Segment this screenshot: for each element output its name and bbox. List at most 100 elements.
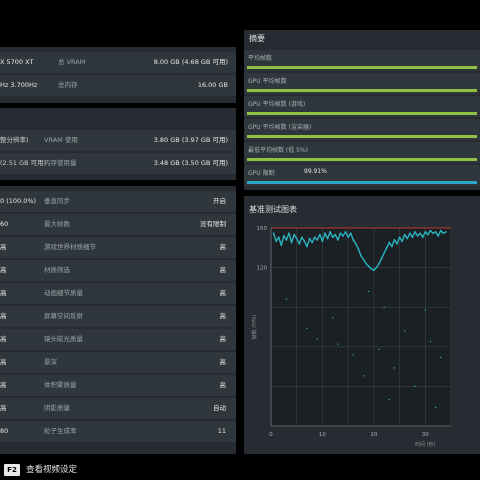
fps-sample-point [396,242,398,245]
fps-sample-point [378,262,380,265]
summary-row: 平均帧数 [244,50,480,71]
setting-left-value: 0 (100.0%) [0,197,37,205]
setting-label: 动画细节质量 [44,289,83,297]
summary-bar [247,181,477,184]
fps-outlier-point [404,330,406,332]
fps-sample-point [290,241,293,244]
setting-label: 粒子生成率 [44,427,77,435]
setting-row[interactable]: 高 材质筛选 高 [0,260,236,281]
summary-panel: 摘要 平均帧数 GPU 平均帧数 GPU 平均帧数 (游戏) GPU 平均帧数 (渲染… [244,30,480,190]
setting-row[interactable]: 高 屏幕空间反射 高 [0,306,236,327]
fps-sample-point [416,235,419,237]
fps-sample-point [398,236,401,239]
fps-sample-point [360,254,362,257]
summary-bar [247,158,477,161]
fps-sample-point [311,241,314,244]
setting-value: 高 [219,312,227,320]
setting-row[interactable]: 高 体积雾质量 高 [0,375,236,396]
fps-outlier-point [306,327,308,329]
x-tick-label: 20 [370,432,377,438]
fps-sample-point [383,252,386,254]
fps-sample-point [277,236,280,239]
setting-row[interactable]: 高 镜头眩光质量 高 [0,329,236,350]
ram-value: 16.00 GB [197,81,228,89]
y-axis-label: 帧数 (FPS) [251,315,258,340]
fps-outlier-point [337,343,339,345]
setting-value: 开启 [213,197,226,205]
gpu-name: X 5700 XT [0,58,34,66]
setting-value: 高 [219,266,227,274]
setting-left-value: 高 [0,289,7,297]
fps-sample-point [344,231,347,233]
fps-sample-point [439,229,442,232]
fps-sample-point [380,257,383,260]
fps-sample-point [349,232,352,235]
setting-row[interactable]: 80 粒子生成率 11 [0,421,236,442]
vram-value: 8.00 GB (4.68 GB 可用) [153,58,228,66]
y-tick-label: 120 [257,266,268,272]
fps-sample-point [295,237,298,240]
usage-panel: 整分辨率) VRAM 使用 3.80 GB (3.97 GB 可用) (2.51… [0,108,236,180]
fps-sample-point [444,231,447,233]
fps-outlier-point [440,356,442,358]
x-tick-label: 30 [422,432,429,438]
setting-label: 屏幕空间反射 [44,312,83,320]
summary-label: GPU 平均帧数 (渲染器) [248,124,312,131]
setting-row[interactable]: 高 游戏世界材质细节 高 [0,237,236,258]
setting-left-value: 高 [0,266,7,274]
setting-left-value: 高 [0,404,7,412]
fps-outlier-point [362,375,365,377]
fps-sample-point [375,266,378,269]
summary-title: 摘要 [249,34,265,43]
setting-value: 高 [219,381,227,389]
setting-label: 镜头眩光质量 [44,335,83,343]
fps-sample-point [414,231,416,233]
setting-value: 高 [219,358,227,366]
fps-sample-point [442,232,445,235]
setting-row[interactable]: 0 (100.0%) 垂直同步 开启 [0,191,236,212]
mem-use-label: 内存使用量 [44,159,77,167]
summary-bar [247,112,477,115]
plot-area [271,228,451,426]
summary-row: 最低平均帧数 (低 5%) [244,142,480,163]
fps-outlier-point [316,338,318,340]
fps-sample-point [437,235,440,237]
setting-label: 最大帧数 [44,220,70,228]
setting-label: 材质筛选 [44,266,70,274]
summary-row: GPU 平均帧数 (渲染器) [244,119,480,140]
view-video-settings-link[interactable]: 查看视频设定 [26,463,77,475]
vram-use-label: VRAM 使用 [44,136,78,144]
fps-sample-point [429,229,432,232]
x-tick-label: 0 [269,432,273,438]
fps-sample-point [324,232,326,235]
setting-row[interactable]: 60 最大帧数 没有限制 [0,214,236,235]
setting-left-value: 高 [0,243,7,251]
setting-row[interactable]: 高 阴影质量 自动 [0,398,236,419]
summary-bar [247,135,477,138]
f2-key-hint[interactable]: F2 [4,464,20,476]
summary-label: GPU 平均帧数 (游戏) [248,101,306,108]
resolution-text: 整分辨率) [0,136,29,144]
cpu-row: Hz 3.700Hz 总内存 16.00 GB [0,75,236,96]
setting-value: 没有限制 [200,220,226,228]
fps-sample-point [390,245,393,248]
setting-row[interactable]: 高 动画细节质量 高 [0,283,236,304]
setting-value: 自动 [213,404,226,412]
fps-sample-point [303,240,306,243]
fps-sample-point [362,258,365,261]
fps-sample-point [326,237,329,240]
fps-sample-point [388,241,391,244]
setting-value: 高 [219,243,227,251]
fps-outlier-point [388,399,390,401]
summary-bar [247,66,477,69]
fps-sample-point [393,238,396,241]
vram-label: 总 VRAM [58,58,86,66]
available-text: (2.51 GB 可用) [0,159,47,167]
setting-row[interactable]: 高 景深 高 [0,352,236,373]
gpu-row: X 5700 XT 总 VRAM 8.00 GB (4.68 GB 可用) [0,52,236,73]
fps-sample-point [336,238,339,241]
summary-label: GPU 限制 [248,170,275,177]
fps-outlier-point [424,309,426,311]
fps-sample-point [288,232,290,235]
fps-outlier-point [332,317,334,319]
